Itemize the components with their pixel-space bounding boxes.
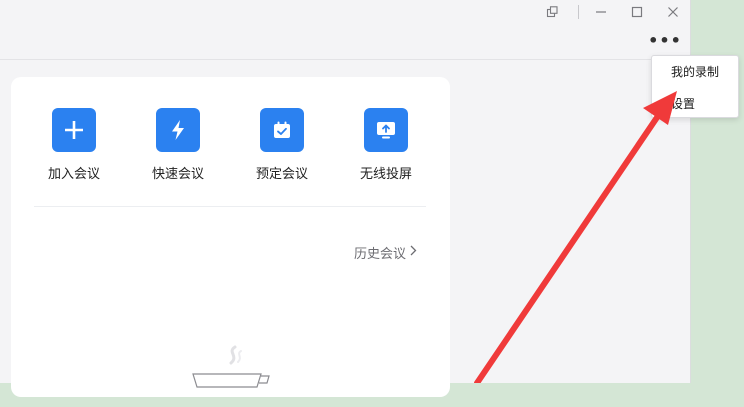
- history-meetings-link[interactable]: 历史会议: [354, 243, 417, 262]
- plus-icon: [52, 108, 96, 152]
- calendar-check-icon: [260, 108, 304, 152]
- menu-item-settings[interactable]: 设置: [671, 95, 695, 112]
- wireless-cast-label: 无线投屏: [359, 167, 412, 182]
- quick-meeting-button[interactable]: 快速会议: [143, 108, 213, 182]
- menu-item-my-recordings[interactable]: 我的录制: [671, 63, 719, 80]
- lightning-icon: [156, 108, 200, 152]
- schedule-meeting-label: 预定会议: [255, 167, 308, 182]
- card-divider: [34, 206, 426, 207]
- more-options-menu: 我的录制 设置: [651, 55, 739, 118]
- join-meeting-button[interactable]: 加入会议: [39, 108, 109, 182]
- title-bar: [0, 0, 691, 26]
- chevron-right-icon: [409, 245, 417, 260]
- join-meeting-label: 加入会议: [47, 167, 100, 182]
- meeting-actions-card: 加入会议 快速会议 预定会议 无线投屏 历史会议: [11, 77, 450, 397]
- meeting-app-window: ••• 加入会议 快速会议 预定会议 无线投屏 历史会议: [0, 0, 691, 397]
- more-options-button[interactable]: •••: [648, 30, 681, 50]
- minimize-icon[interactable]: [590, 3, 612, 21]
- title-bar-separator: [578, 5, 579, 19]
- pin-window-icon[interactable]: [541, 3, 563, 21]
- quick-meeting-label: 快速会议: [151, 167, 204, 182]
- screen-cast-icon: [364, 108, 408, 152]
- schedule-meeting-button[interactable]: 预定会议: [247, 108, 317, 182]
- maximize-icon[interactable]: [626, 3, 648, 21]
- header-divider: [0, 59, 691, 60]
- close-icon[interactable]: [662, 3, 684, 21]
- history-meetings-label: 历史会议: [353, 247, 406, 262]
- empty-coffee-cup-icon: [191, 343, 271, 403]
- wireless-cast-button[interactable]: 无线投屏: [351, 108, 421, 182]
